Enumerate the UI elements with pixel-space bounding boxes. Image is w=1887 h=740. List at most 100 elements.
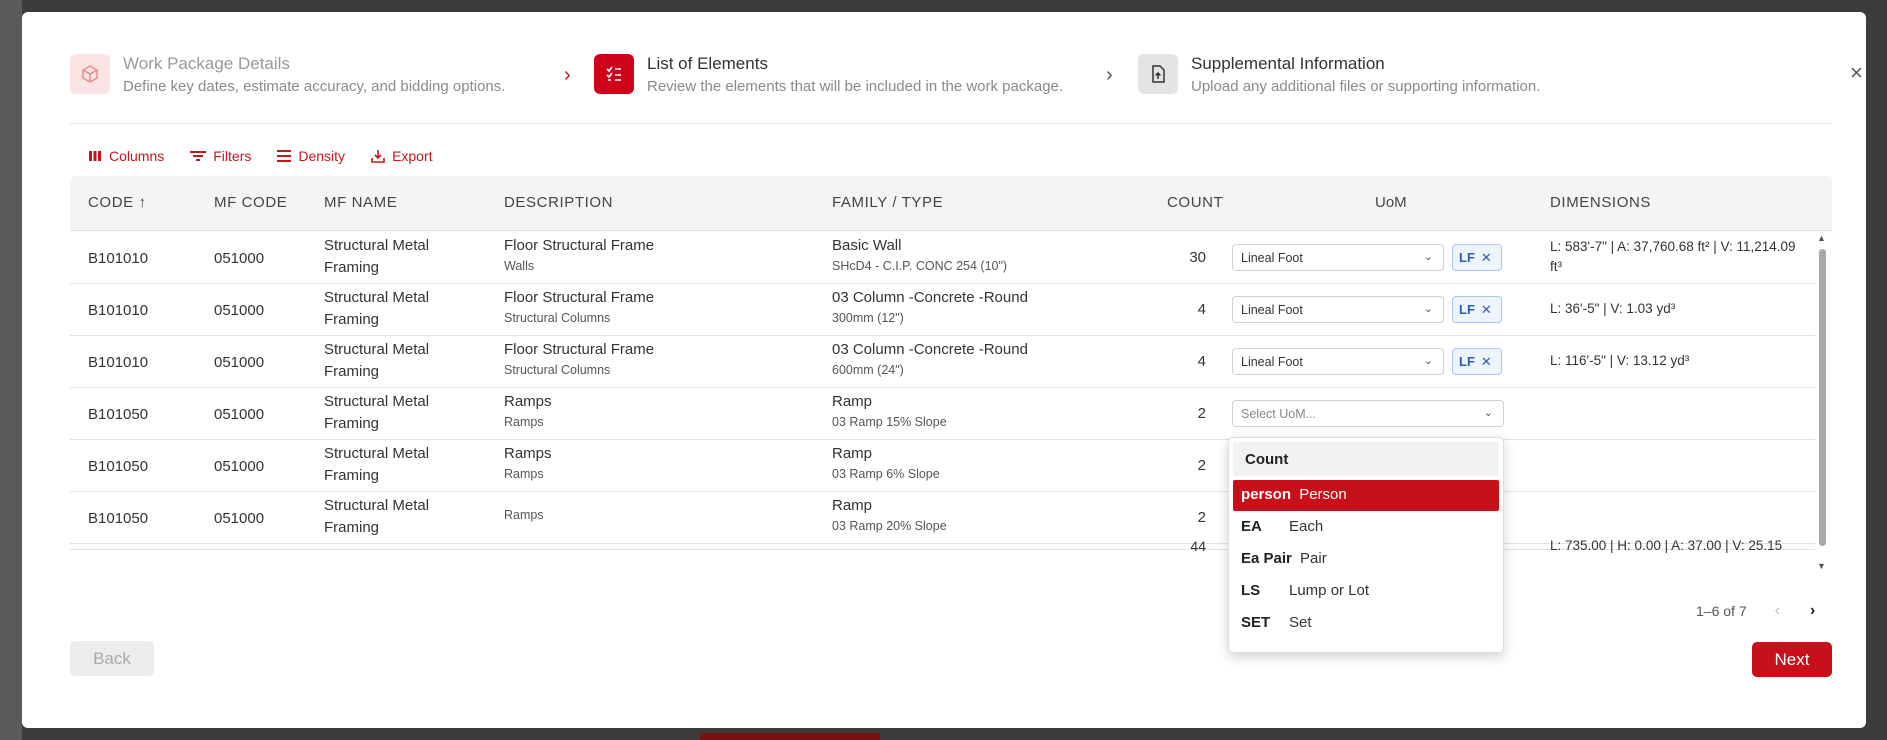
option-code: SET (1241, 614, 1271, 631)
uom-tag-label: LF (1459, 354, 1475, 369)
columns-button[interactable]: Columns (88, 148, 164, 164)
next-button[interactable]: Next (1752, 642, 1832, 677)
uom-select[interactable]: Select UoM... ⌄ (1232, 400, 1504, 427)
remove-tag-icon[interactable]: ✕ (1481, 302, 1492, 317)
cell-code: B101010 (88, 302, 149, 319)
header-mf-name[interactable]: MF NAME (324, 194, 397, 211)
back-button[interactable]: Back (70, 641, 154, 676)
cell-description-sub: Ramps (504, 508, 544, 522)
step-list-of-elements[interactable]: List of Elements Review the elements tha… (594, 54, 1063, 96)
uom-select[interactable]: Lineal Foot ⌄ (1232, 348, 1444, 375)
cell-description: Ramps (504, 445, 552, 462)
uom-tag-label: LF (1459, 302, 1475, 317)
previous-page-icon[interactable]: ‹ (1775, 602, 1780, 620)
cell-family: Basic Wall (832, 237, 902, 254)
export-label: Export (392, 148, 433, 164)
option-code: LS (1241, 582, 1261, 599)
cell-code: B101010 (88, 250, 149, 267)
uom-tag: LF ✕ (1452, 296, 1502, 323)
option-label: Lump or Lot (1289, 582, 1370, 599)
cell-code: B101010 (88, 354, 149, 371)
cell-mf-name-2: Framing (324, 259, 380, 276)
header-description[interactable]: DESCRIPTION (504, 194, 613, 211)
cell-mf-name-2: Framing (324, 311, 380, 328)
header-count[interactable]: COUNT (1167, 194, 1223, 211)
cell-code: B101050 (88, 458, 149, 475)
cell-code: B101050 (88, 510, 149, 527)
cell-dimensions: L: 116'-5" | V: 13.12 yd³ (1550, 353, 1690, 368)
cell-mf-name-2: Framing (324, 415, 380, 432)
table-row[interactable]: B101010 051000 Structural Metal Framing … (70, 284, 1815, 336)
vertical-scrollbar[interactable]: ▲ ▼ (1815, 233, 1829, 573)
summary-dimensions: L: 735.00 | H: 0.00 | A: 37.00 | V: 25.1… (1550, 538, 1783, 553)
cell-description: Floor Structural Frame (504, 341, 655, 358)
cell-mf-code: 051000 (214, 406, 265, 423)
checklist-icon (594, 54, 634, 94)
option-code: Ea Pair (1241, 550, 1292, 567)
step-work-package-details[interactable]: Work Package Details Define key dates, e… (70, 54, 505, 96)
table-row[interactable]: B101010 051000 Structural Metal Framing … (70, 232, 1815, 284)
next-page-icon[interactable]: › (1810, 602, 1815, 620)
filters-label: Filters (213, 148, 252, 164)
grid-toolbar: Columns Filters Density Export (88, 148, 433, 164)
cell-mf-code: 051000 (214, 510, 265, 527)
dropdown-option-person[interactable]: person Person (1233, 480, 1499, 511)
header-dimensions[interactable]: DIMENSIONS (1550, 194, 1651, 211)
header-family-type[interactable]: FAMILY / TYPE (832, 194, 943, 211)
stepper: Work Package Details Define key dates, e… (70, 54, 1863, 124)
chevron-right-icon: › (1106, 64, 1113, 86)
cell-dimensions: L: 36'-5" | V: 1.03 yd³ (1550, 301, 1676, 316)
work-package-modal: Work Package Details Define key dates, e… (22, 12, 1866, 728)
uom-value: Lineal Foot (1241, 303, 1303, 317)
cell-count: 2 (1197, 509, 1206, 526)
grid-header: CODE ↑ MF CODE MF NAME DESCRIPTION FAMIL… (70, 176, 1832, 231)
scroll-thumb[interactable] (1819, 249, 1826, 546)
columns-label: Columns (109, 148, 165, 164)
header-uom[interactable]: UoM (1375, 194, 1407, 211)
dropdown-option-set[interactable]: SET Set (1233, 608, 1499, 639)
cell-description: Floor Structural Frame (504, 237, 655, 254)
cell-family: Ramp (832, 497, 873, 514)
uom-dropdown: Count person Person EA Each Ea Pair Pair … (1228, 437, 1504, 653)
chevron-down-icon: ⌄ (1423, 303, 1433, 315)
export-button[interactable]: Export (371, 148, 433, 164)
cell-type: 300mm (12") (832, 311, 904, 325)
dropdown-group-header: Count (1233, 442, 1499, 476)
filter-icon (190, 151, 207, 161)
download-icon (371, 150, 385, 163)
cell-count: 4 (1197, 353, 1206, 370)
table-row[interactable]: B101050 051000 Structural Metal Framing … (70, 388, 1815, 440)
header-code[interactable]: CODE ↑ (88, 194, 147, 211)
dropdown-option-lump-or-lot[interactable]: LS Lump or Lot (1233, 576, 1499, 607)
table-row[interactable]: B101010 051000 Structural Metal Framing … (70, 336, 1815, 388)
scroll-up-icon[interactable]: ▲ (1817, 233, 1826, 243)
step-supplemental-information[interactable]: Supplemental Information Upload any addi… (1138, 54, 1540, 96)
filters-button[interactable]: Filters (190, 148, 251, 164)
columns-icon (89, 151, 101, 161)
cell-mf-name-2: Framing (324, 363, 380, 380)
header-mf-code[interactable]: MF CODE (214, 194, 287, 211)
remove-tag-icon[interactable]: ✕ (1481, 250, 1492, 265)
close-icon[interactable]: × (1850, 60, 1863, 86)
option-label: Each (1289, 518, 1324, 535)
option-code: EA (1241, 518, 1262, 535)
uom-value: Lineal Foot (1241, 251, 1303, 265)
dropdown-option-pair[interactable]: Ea Pair Pair (1233, 544, 1499, 575)
cell-dimensions: L: 583'-7" | A: 37,760.68 ft² | V: 11,21… (1550, 239, 1796, 274)
step-title: Work Package Details (123, 54, 290, 73)
uom-select[interactable]: Lineal Foot ⌄ (1232, 296, 1444, 323)
scroll-down-icon[interactable]: ▼ (1817, 561, 1826, 571)
density-button[interactable]: Density (277, 148, 345, 164)
option-label: Set (1289, 614, 1312, 631)
dropdown-option-each[interactable]: EA Each (1233, 512, 1499, 543)
cell-mf-name: Structural Metal (324, 497, 430, 514)
cell-description-sub: Structural Columns (504, 311, 611, 325)
uom-select[interactable]: Lineal Foot ⌄ (1232, 244, 1444, 271)
remove-tag-icon[interactable]: ✕ (1481, 354, 1492, 369)
option-label: Pair (1300, 550, 1327, 567)
table-row[interactable]: B101050 051000 Structural Metal Framing … (70, 440, 1815, 492)
backdrop-accent (700, 733, 880, 740)
cell-type: SHcD4 - C.I.P. CONC 254 (10") (832, 259, 1008, 273)
chevron-down-icon: ⌄ (1423, 355, 1433, 367)
cell-family: Ramp (832, 445, 873, 462)
